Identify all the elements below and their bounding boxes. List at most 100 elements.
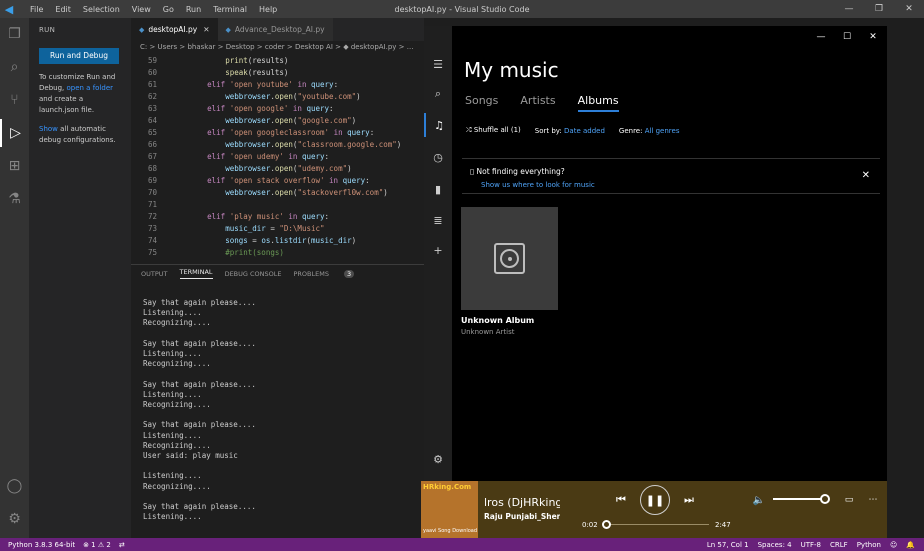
genre-dropdown[interactable]: Genre: All genres xyxy=(619,127,680,135)
tab-debug-console[interactable]: DEBUG CONSOLE xyxy=(225,270,282,278)
menu-go[interactable]: Go xyxy=(157,5,180,14)
open-folder-link[interactable]: open a folder xyxy=(66,84,113,92)
code-line[interactable]: 68 webbrowser.open("udemy.com") xyxy=(131,163,424,175)
code-line[interactable]: 62 webbrowser.open("youtube.com") xyxy=(131,91,424,103)
recent-plays-icon[interactable]: ◷ xyxy=(424,145,452,169)
album-cover-art[interactable]: HRking.Com yaavi Song Download xyxy=(421,481,478,538)
code-line[interactable]: 72 elif 'play music' in query: xyxy=(131,211,424,223)
minimize-icon[interactable]: — xyxy=(834,0,864,18)
breadcrumb[interactable]: C: > Users > bhaskar > Desktop > coder >… xyxy=(131,41,424,54)
code-line[interactable]: 75 #print(songs) xyxy=(131,247,424,259)
code-line[interactable]: 65 elif 'open googleclassroom' in query: xyxy=(131,127,424,139)
tab-output[interactable]: OUTPUT xyxy=(141,270,168,278)
code-editor[interactable]: 59 print(results) 60 speak(results) 61 eli… xyxy=(131,54,424,260)
feedback-icon[interactable]: ☺ xyxy=(890,541,897,549)
playlists-icon[interactable]: ≣ xyxy=(424,208,452,232)
code-line[interactable]: 71 xyxy=(131,199,424,211)
volume-slider-thumb[interactable] xyxy=(820,494,830,504)
notifications-bell-icon[interactable]: 🔔 xyxy=(906,541,915,549)
code-line[interactable]: 64 webbrowser.open("google.com") xyxy=(131,115,424,127)
line-ending-status[interactable]: CRLF xyxy=(830,541,848,549)
show-where-to-look-link[interactable]: Show us where to look for music xyxy=(481,181,595,189)
code-line[interactable]: 69 elif 'open stack overflow' in query: xyxy=(131,175,424,187)
code-line[interactable]: 70 webbrowser.open("stackoverfl0w.com") xyxy=(131,187,424,199)
music-close-icon[interactable]: ✕ xyxy=(860,32,886,42)
code-line[interactable]: 63 elif 'open google' in query: xyxy=(131,103,424,115)
testing-icon[interactable]: ⚗ xyxy=(0,185,29,213)
source-control-icon[interactable]: ⑂ xyxy=(0,86,29,114)
menu-help[interactable]: Help xyxy=(253,5,283,14)
code-line[interactable]: 67 elif 'open udemy' in query: xyxy=(131,151,424,163)
language-mode-status[interactable]: Python xyxy=(857,541,881,549)
settings-gear-icon[interactable]: ⚙ xyxy=(0,505,29,533)
mini-player-icon[interactable]: ▭ xyxy=(842,491,856,509)
code-token: open xyxy=(274,116,293,125)
extensions-icon[interactable]: ⊞ xyxy=(0,152,29,180)
explorer-icon[interactable]: ❐ xyxy=(0,20,29,48)
menu-run[interactable]: Run xyxy=(180,5,207,14)
close-tab-icon[interactable]: ✕ xyxy=(203,25,209,34)
volume-slider-track[interactable] xyxy=(773,498,825,500)
now-playing-icon[interactable]: ▮ xyxy=(424,177,452,201)
tab-albums[interactable]: Albums xyxy=(577,94,619,112)
restore-icon[interactable]: ❐ xyxy=(864,0,894,18)
shuffle-all-button[interactable]: ⤮ Shuffle all (1) xyxy=(466,126,521,135)
encoding-status[interactable]: UTF-8 xyxy=(801,541,821,549)
menu-terminal[interactable]: Terminal xyxy=(207,5,253,14)
tab-advance-desktop-ai[interactable]: ◆ Advance_Desktop_AI.py xyxy=(217,18,333,41)
problems-status[interactable]: ⊗ 1 ⚠ 2 xyxy=(83,541,111,549)
live-share-icon[interactable]: ⇄ xyxy=(119,541,125,549)
code-line[interactable]: 73 music_dir = "D:\Music" xyxy=(131,223,424,235)
run-debug-icon[interactable]: ▷ xyxy=(0,119,29,147)
code-line[interactable]: 59 print(results) xyxy=(131,55,424,67)
sort-dropdown[interactable]: Sort by: Date added xyxy=(535,127,605,135)
show-link[interactable]: Show xyxy=(39,125,58,133)
tab-problems[interactable]: PROBLEMS 3 xyxy=(293,269,366,278)
music-search-icon[interactable]: ⌕ xyxy=(424,82,452,106)
seek-bar-track[interactable] xyxy=(603,524,709,525)
python-interpreter-status[interactable]: Python 3.8.3 64-bit xyxy=(8,541,75,549)
menu-edit[interactable]: Edit xyxy=(49,5,77,14)
my-music-icon[interactable]: ♫ xyxy=(424,113,452,137)
code-line[interactable]: 61 elif 'open youtube' in query: xyxy=(131,79,424,91)
album-tile[interactable] xyxy=(461,207,558,310)
search-icon[interactable]: ⌕ xyxy=(0,53,29,81)
terminal-line: Recognizing.... xyxy=(143,481,211,491)
code-token: query xyxy=(342,176,366,185)
code-line[interactable]: 66 webbrowser.open("classroom.google.com… xyxy=(131,139,424,151)
code-line[interactable]: 74 songs = os.listdir(music_dir) xyxy=(131,235,424,247)
code-token: elif xyxy=(207,176,226,185)
music-maximize-icon[interactable]: ☐ xyxy=(834,32,860,42)
terminal-line: Listening.... xyxy=(143,308,202,318)
album-title[interactable]: Unknown Album xyxy=(461,316,534,325)
previous-track-icon[interactable]: ⏮ xyxy=(612,491,630,509)
tab-songs[interactable]: Songs xyxy=(465,94,498,112)
next-track-icon[interactable]: ⏭ xyxy=(680,491,698,509)
new-playlist-icon[interactable]: + xyxy=(424,238,452,262)
volume-icon[interactable]: 🔈 xyxy=(750,491,768,509)
music-settings-gear-icon[interactable]: ⚙ xyxy=(424,447,452,471)
code-line[interactable]: 60 speak(results) xyxy=(131,67,424,79)
pause-button-icon[interactable]: ❚❚ xyxy=(640,485,670,515)
line-number: 74 xyxy=(147,236,157,245)
menu-view[interactable]: View xyxy=(126,5,157,14)
account-icon[interactable]: ◯ xyxy=(0,472,29,500)
music-minimize-icon[interactable]: — xyxy=(808,32,834,42)
indentation-status[interactable]: Spaces: 4 xyxy=(758,541,792,549)
line-number: 70 xyxy=(147,188,157,197)
more-options-icon[interactable]: ⋯ xyxy=(864,491,882,509)
notice-close-icon[interactable]: ✕ xyxy=(862,170,870,181)
python-file-icon: ◆ xyxy=(139,25,145,34)
tab-terminal[interactable]: TERMINAL xyxy=(179,268,213,279)
close-icon[interactable]: ✕ xyxy=(894,0,924,18)
cursor-position[interactable]: Ln 57, Col 1 xyxy=(707,541,749,549)
tab-artists[interactable]: Artists xyxy=(520,94,555,112)
hamburger-menu-icon[interactable]: ☰ xyxy=(424,52,452,76)
tab-desktopai[interactable]: ◆ desktopAI.py ✕ xyxy=(131,18,218,41)
run-and-debug-button[interactable]: Run and Debug xyxy=(39,48,119,64)
terminal-output[interactable]: Say that again please.... Listening.... Re… xyxy=(143,298,418,534)
menu-file[interactable]: File xyxy=(24,5,49,14)
menu-selection[interactable]: Selection xyxy=(77,5,126,14)
